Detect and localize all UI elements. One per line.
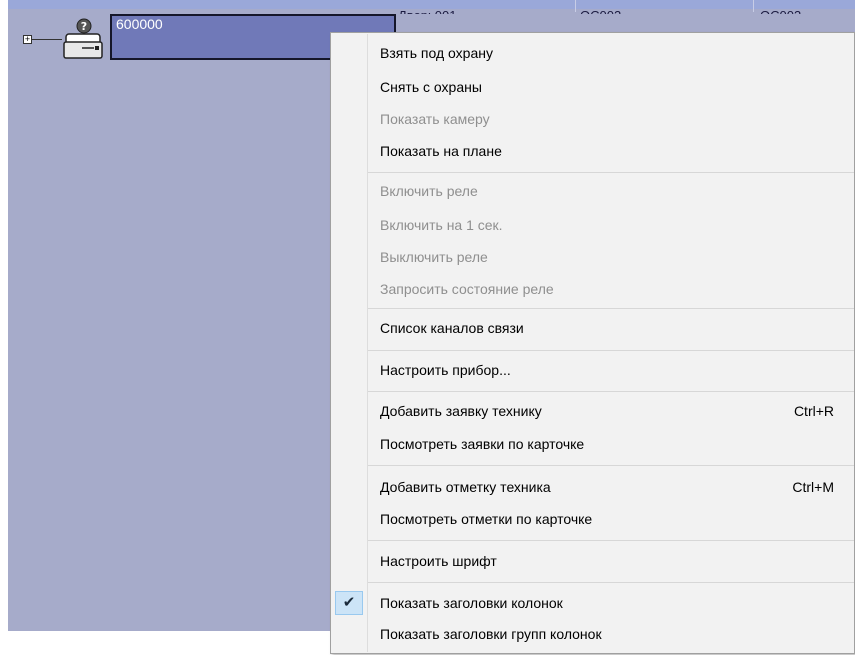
menu-item-configure-font[interactable]: Настроить шрифт [332,546,854,576]
menu-item-configure-device[interactable]: Настроить прибор... [332,355,854,385]
menu-item-relay-on: Включить реле [332,176,854,206]
menu-item-show-column-headers[interactable]: ✔ Показать заголовки колонок [332,588,854,618]
menu-separator [368,582,854,583]
menu-item-channels-list[interactable]: Список каналов связи [332,313,854,343]
menu-item-add-technician-request[interactable]: Добавить заявку технику Ctrl+R [332,396,854,426]
menu-item-relay-off: Выключить реле [332,242,854,272]
menu-item-relay-on-1sec: Включить на 1 сек. [332,210,854,240]
menu-item-label: Посмотреть отметки по карточке [380,511,593,527]
svg-text:?: ? [81,20,87,33]
menu-item-label: Запросить состояние реле [380,281,554,297]
menu-separator [368,350,854,351]
menu-item-label: Выключить реле [380,249,488,265]
menu-item-disarm[interactable]: Снять с охраны [332,72,854,102]
menu-item-shortcut: Ctrl+M [792,479,834,495]
menu-item-arm[interactable]: Взять под охрану [332,38,854,68]
menu-item-label: Включить на 1 сек. [380,217,503,233]
menu-item-label: Показать заголовки групп колонок [380,626,602,642]
menu-item-label: Настроить прибор... [380,362,511,378]
menu-item-label: Добавить заявку технику [380,403,542,419]
question-badge-icon: ? [76,18,92,34]
menu-item-label: Снять с охраны [380,79,482,95]
menu-separator [368,172,854,173]
menu-item-shortcut: Ctrl+R [793,403,834,419]
menu-item-add-technician-mark[interactable]: Добавить отметку техника Ctrl+M [332,472,854,502]
check-mark-icon: ✔ [335,591,363,615]
menu-item-view-requests[interactable]: Посмотреть заявки по карточке [332,429,854,459]
menu-separator [368,540,854,541]
menu-item-label: Показать заголовки колонок [380,595,563,611]
tree-expand-icon[interactable]: + [23,35,32,44]
menu-item-label: Показать на плане [380,143,502,159]
menu-item-show-on-plan[interactable]: Показать на плане [332,136,854,166]
menu-item-show-camera: Показать камеру [332,104,854,134]
column-separator [753,0,754,12]
device-label: 600000 [116,16,163,32]
menu-item-relay-status: Запросить состояние реле [332,274,854,304]
context-menu: Взять под охрану Снять с охраны Показать… [330,32,855,654]
menu-item-view-marks[interactable]: Посмотреть отметки по карточке [332,504,854,534]
menu-item-show-column-group-headers[interactable]: Показать заголовки групп колонок [332,619,854,649]
menu-item-label: Показать камеру [380,111,490,127]
menu-separator [368,465,854,466]
alarm-panel-icon[interactable]: ? [62,18,106,62]
menu-item-label: Список каналов связи [380,320,524,336]
menu-item-label: Включить реле [380,183,478,199]
tree-connector-line [32,39,62,40]
menu-item-label: Настроить шрифт [380,553,497,569]
menu-separator [368,308,854,309]
column-header-dver001[interactable]: Дверь001 [398,0,457,14]
column-header-os002[interactable]: ОС002 [580,0,621,14]
menu-item-label: Посмотреть заявки по карточке [380,436,585,452]
menu-separator [368,391,854,392]
menu-item-label: Добавить отметку техника [380,479,551,495]
menu-item-label: Взять под охрану [380,45,493,61]
column-separator [575,0,576,12]
column-header-os003[interactable]: ОС003 [760,0,801,14]
